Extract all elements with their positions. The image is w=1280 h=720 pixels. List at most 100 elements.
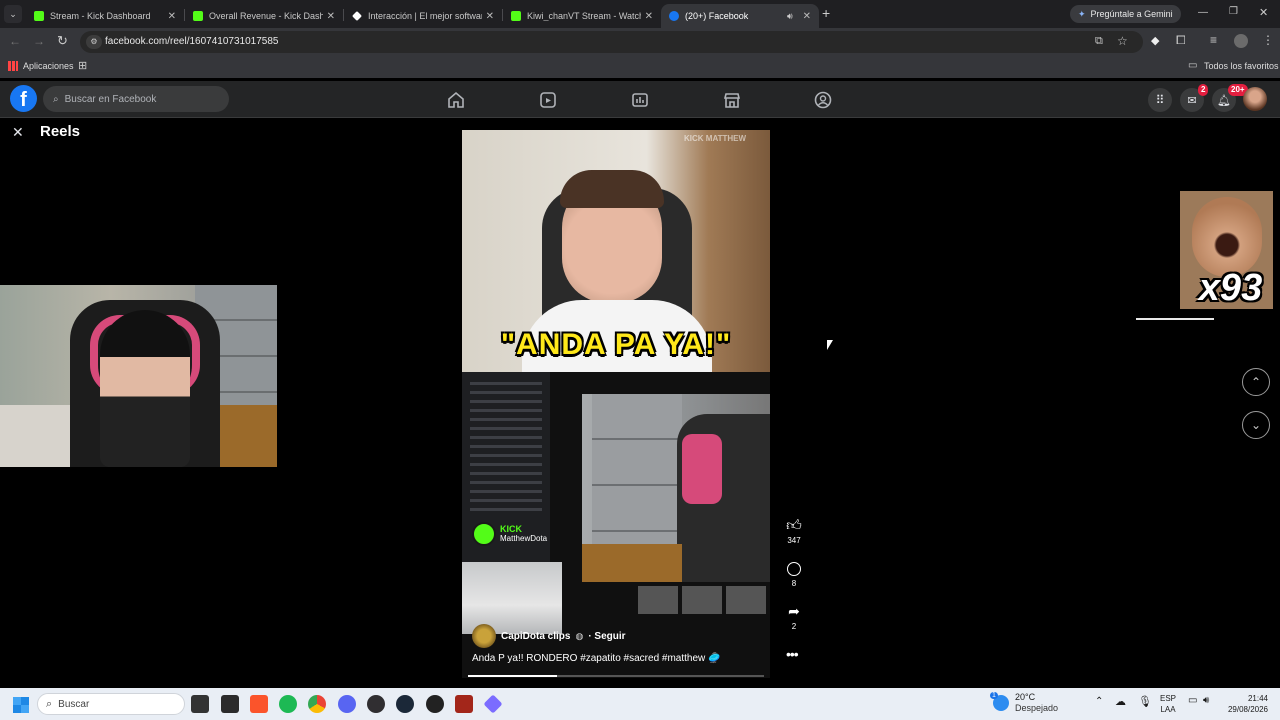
weather-temperature: 20°C [1015,692,1036,702]
extensions-puzzle-icon[interactable]: ⧠ [1176,33,1186,48]
notes-app-icon[interactable] [221,695,239,713]
steam-icon[interactable] [396,695,414,713]
reel-video[interactable]: KICK MATTHEW "ANDA PA YA!" KICK MatthewD… [462,130,770,678]
browser-tab[interactable]: Kiwi_chanVT Stream - Watch Live ✕ [503,4,661,28]
apps-bookmark[interactable]: Aplicaciones [23,61,74,71]
gemini-button[interactable]: ✦ Pregúntale a Gemini [1070,5,1181,23]
tab-title: (20+) Facebook [685,11,749,21]
close-tab-icon[interactable]: ✕ [645,11,653,22]
taskbar-search-box[interactable]: ⌕ Buscar [37,693,185,715]
streamer-webcam-overlay [0,285,277,467]
cloud-icon[interactable]: ☁ [1115,695,1126,708]
panel-chair-accent [682,434,722,504]
gemini-label: Pregúntale a Gemini [1090,9,1173,19]
media-controls-icon[interactable]: ≡ [1210,33,1217,47]
microphone-icon[interactable]: 🎙︎ [1138,695,1152,708]
close-tab-icon[interactable]: ✕ [168,11,176,22]
brave-icon[interactable] [250,695,268,713]
recording-app-icon[interactable] [426,695,444,713]
gemini-icon: ✦ [1078,8,1086,19]
comment-button[interactable]: 8 [782,560,806,588]
browser-tab[interactable]: Overall Revenue - Kick Dashboard ✕ [185,4,343,28]
thumbnail-strip [638,586,770,614]
browser-tab-active[interactable]: (20+) Facebook 🔊︎ ✕ [661,4,819,28]
reels-icon[interactable] [538,90,558,110]
video-feed-icon[interactable] [630,90,650,110]
extension-icon[interactable]: ◆ [1151,34,1159,47]
chevron-up-icon: ⌃ [1250,375,1262,389]
task-view-icon[interactable] [191,695,209,713]
bookmarks-bar: Aplicaciones ⊞ ▭ Todos los favoritos [0,56,1280,78]
reels-title: Reels [40,123,81,140]
home-icon[interactable] [446,90,466,110]
address-bar[interactable]: ⚙ facebook.com/reel/1607410731017585 ⧉ ☆ [80,31,1143,53]
network-icon[interactable]: ▭ [1188,695,1197,706]
previous-reel-button[interactable]: ⌃ [1242,368,1270,396]
bell-icon: 🔔︎ [1217,94,1231,107]
chevron-down-icon: ⌄ [1250,418,1262,432]
clock[interactable]: 21:44 29/08/2026 [1218,693,1268,715]
facebook-search-input[interactable]: ⌕ Buscar en Facebook [43,86,229,112]
minimize-button[interactable]: — [1198,7,1208,18]
folder-icon: ▭ [1188,60,1198,71]
discord-icon[interactable] [338,695,356,713]
kick-badge: KICK MatthewDota [472,522,547,546]
like-button[interactable]: 👍︎ 347 [782,517,806,545]
kick-icon [34,11,44,21]
tray-overflow-icon[interactable]: ⌃ [1095,696,1103,707]
site-info-icon[interactable]: ⚙ [86,35,102,49]
search-icon: ⌕ [46,697,53,710]
spotify-icon[interactable] [279,695,297,713]
windows-start-icon[interactable] [13,697,29,713]
weather-widget[interactable]: 1 20°C Despejado [990,692,1059,714]
emote-overlay: x93 [1180,191,1273,309]
follow-link[interactable]: · Seguir [588,631,625,642]
tab-search-button[interactable]: ⌄ [4,5,22,23]
new-tab-button[interactable]: + [822,5,830,21]
chrome-icon[interactable] [308,695,326,713]
install-app-icon[interactable]: ⧉ [1095,35,1103,48]
reload-icon[interactable]: ↻ [57,33,68,49]
restore-button[interactable]: ❐ [1229,6,1238,17]
groups-icon[interactable] [813,90,833,110]
volume-icon[interactable]: 🔊︎ [1203,695,1209,706]
close-tab-icon[interactable]: ✕ [327,11,335,22]
next-reel-button[interactable]: ⌄ [1242,411,1270,439]
author-name[interactable]: CapiDota clips [501,631,570,642]
dota-icon[interactable] [455,695,473,713]
speaker-icon[interactable]: 🔊︎ [787,11,793,22]
browser-tab[interactable]: Stream - Kick Dashboard ✕ [26,4,184,28]
back-icon[interactable]: ← [9,34,21,48]
tab-groups-icon[interactable]: ⊞ [78,59,87,72]
clock-date: 29/08/2026 [1227,705,1268,714]
mouse-cursor-icon [827,340,833,350]
kebab-menu-icon[interactable]: ⋮ [1262,33,1274,47]
author-avatar[interactable] [472,624,496,648]
close-reels-button[interactable]: ✕ [12,124,24,141]
account-avatar[interactable] [1243,87,1267,111]
menu-grid-button[interactable]: ⠿ [1148,88,1172,112]
close-tab-icon[interactable]: ✕ [803,11,811,22]
close-tab-icon[interactable]: ✕ [486,11,494,22]
reel-description: Anda P ya!! RONDERO #zapatito #sacred #m… [472,653,721,664]
browser-tab[interactable]: Interacción | El mejor software ✕ [344,4,502,28]
search-placeholder: Buscar en Facebook [64,93,157,105]
language-indicator[interactable]: ESP LAA [1160,693,1176,715]
facebook-logo[interactable]: f [10,85,37,112]
marketplace-icon[interactable] [722,90,742,110]
all-favorites-link[interactable]: Todos los favoritos [1204,61,1279,71]
webcam-bed [0,405,70,467]
share-button[interactable]: ➦ 2 [782,603,806,631]
profile-avatar[interactable] [1234,34,1248,48]
comment-count: 8 [791,579,797,588]
tab-title: Overall Revenue - Kick Dashboard [209,11,323,21]
forward-icon[interactable]: → [33,34,45,48]
close-window-button[interactable]: ✕ [1259,6,1268,19]
weather-description: Despejado [1015,703,1059,713]
facebook-top-nav: f ⌕ Buscar en Facebook ⠿ ✉ 2 🔔︎ 20+ [0,81,1280,118]
reel-progress-track[interactable] [468,675,764,677]
obs-icon[interactable] [367,695,385,713]
bookmark-star-icon[interactable]: ☆ [1117,34,1128,48]
more-options-icon[interactable]: ••• [786,646,799,662]
streaming-tool-icon[interactable] [483,694,503,714]
